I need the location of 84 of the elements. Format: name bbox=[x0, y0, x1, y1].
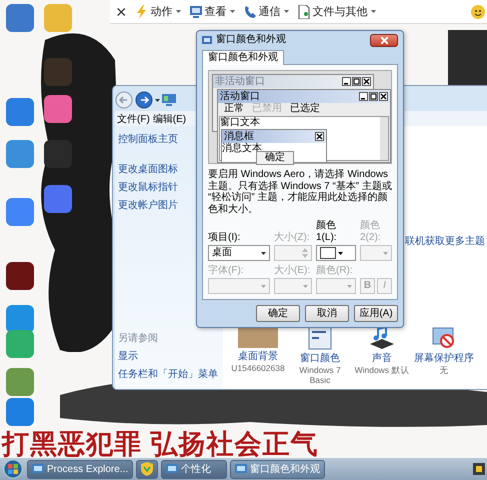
tray-icon bbox=[473, 463, 485, 475]
window-title: 非活动窗口 bbox=[215, 76, 266, 88]
setting-value: Windows 默认 bbox=[354, 366, 410, 376]
caret-icon bbox=[261, 284, 266, 288]
window-icon bbox=[166, 464, 178, 474]
menu-item[interactable]: 文件(F) bbox=[117, 112, 150, 126]
caret-icon bbox=[176, 10, 181, 13]
phone-icon bbox=[244, 4, 256, 18]
setting-link[interactable]: 桌面背景 bbox=[238, 349, 278, 364]
shield-icon bbox=[141, 462, 154, 476]
setting-link[interactable]: 声音 bbox=[372, 351, 392, 366]
app-icon[interactable] bbox=[44, 95, 72, 123]
dialog-button[interactable]: 取消 bbox=[305, 305, 349, 322]
caret-icon bbox=[347, 284, 352, 288]
field-label: 颜色 1(L): bbox=[316, 220, 338, 244]
scrollbar bbox=[380, 117, 388, 160]
close-icon bbox=[379, 92, 388, 101]
thumbnail-preview bbox=[448, 30, 487, 85]
dialog-title: 窗口颜色和外观 bbox=[216, 34, 286, 46]
banner-slogan: 打黑恶犯罪 弘扬社会正气 bbox=[2, 429, 319, 459]
caret-icon bbox=[230, 10, 235, 13]
field-label: 项目(I): bbox=[208, 232, 242, 244]
music-notes-icon bbox=[368, 326, 396, 350]
see-also-link[interactable]: 显示 bbox=[118, 349, 221, 363]
online-themes-link[interactable]: 联机获取更多主题 bbox=[405, 234, 485, 248]
window-title: 消息框 bbox=[224, 130, 255, 142]
caret-icon bbox=[370, 10, 376, 13]
minimize-icon bbox=[359, 92, 368, 101]
menu-button[interactable]: 动作 bbox=[136, 4, 181, 19]
window-icon bbox=[202, 35, 212, 45]
app-icon[interactable] bbox=[6, 262, 34, 290]
setting-value: Windows 7 Basic bbox=[298, 366, 342, 385]
dialog-button[interactable]: 确定 bbox=[256, 305, 300, 322]
menu-button[interactable]: 通信 bbox=[244, 4, 289, 19]
close-icon bbox=[380, 36, 388, 44]
taskbar-button[interactable] bbox=[136, 460, 158, 478]
lightning-icon bbox=[136, 4, 148, 18]
photo-placeholder bbox=[238, 326, 278, 348]
ok-button[interactable]: 确定 bbox=[256, 151, 294, 165]
taskbar-button[interactable]: 个性化 bbox=[161, 460, 228, 478]
see-also-heading: 另请参阅 bbox=[118, 332, 159, 345]
smiley-icon bbox=[471, 4, 485, 18]
window-title: 活动窗口 bbox=[220, 90, 261, 102]
setting-link[interactable]: 窗口颜色 bbox=[300, 351, 340, 366]
caret-icon bbox=[383, 252, 388, 254]
minimize-icon bbox=[342, 77, 351, 86]
dropdown[interactable]: 桌面 bbox=[208, 245, 270, 261]
field-label: 颜色(R): bbox=[316, 265, 354, 277]
color-picker[interactable] bbox=[316, 245, 356, 261]
close-icon bbox=[315, 132, 324, 141]
description-text: 要启用 Windows Aero，请选择 Windows 主题。只有选择 Windows 7 “基本” 主题或 “轻松访问” 主题，才能应用此处选择的颜色和大小。 bbox=[208, 169, 392, 215]
caret-icon bbox=[284, 10, 289, 13]
start-button[interactable] bbox=[2, 459, 24, 479]
dialog-button[interactable]: 应用(A) bbox=[354, 305, 398, 322]
see-also-link[interactable]: 任务栏和「开始」菜单 bbox=[118, 367, 221, 381]
field-label: 颜色 2(2): bbox=[360, 220, 382, 244]
menu-item[interactable]: 编辑(E) bbox=[152, 112, 186, 126]
document-icon bbox=[298, 4, 310, 18]
menu-button[interactable]: 查看 bbox=[190, 4, 235, 19]
caret-icon bbox=[338, 252, 343, 254]
window-text: 窗口文本 bbox=[220, 117, 260, 128]
control-panel-icon bbox=[162, 94, 176, 106]
close-button[interactable]: × bbox=[116, 2, 127, 20]
field-label: 字体(F): bbox=[208, 265, 245, 277]
screensaver-icon bbox=[432, 326, 456, 350]
window-icon bbox=[32, 464, 44, 474]
caret-icon bbox=[303, 284, 308, 288]
window-icon bbox=[235, 464, 248, 474]
setting-value: U1546602638 bbox=[231, 364, 285, 374]
caret-icon bbox=[155, 98, 160, 102]
close-button[interactable] bbox=[370, 34, 398, 46]
taskbar-button[interactable]: Process Explore... bbox=[27, 460, 134, 478]
close-icon bbox=[362, 77, 371, 86]
spinner-arrows-icon bbox=[302, 247, 308, 259]
caret-icon bbox=[261, 252, 266, 254]
monitor-icon bbox=[190, 4, 202, 18]
menu-item: 已禁用 bbox=[252, 103, 282, 115]
field-label: 大小(Z): bbox=[274, 232, 311, 244]
field-label: 大小(E): bbox=[274, 265, 312, 277]
setting-value: 无 bbox=[440, 366, 448, 376]
tab[interactable]: 窗口颜色和外观 bbox=[202, 50, 284, 65]
setting-link[interactable]: 屏幕保护程序 bbox=[414, 351, 474, 366]
forward-button[interactable] bbox=[135, 91, 153, 109]
menu-button[interactable]: 文件与其他 bbox=[298, 4, 376, 19]
